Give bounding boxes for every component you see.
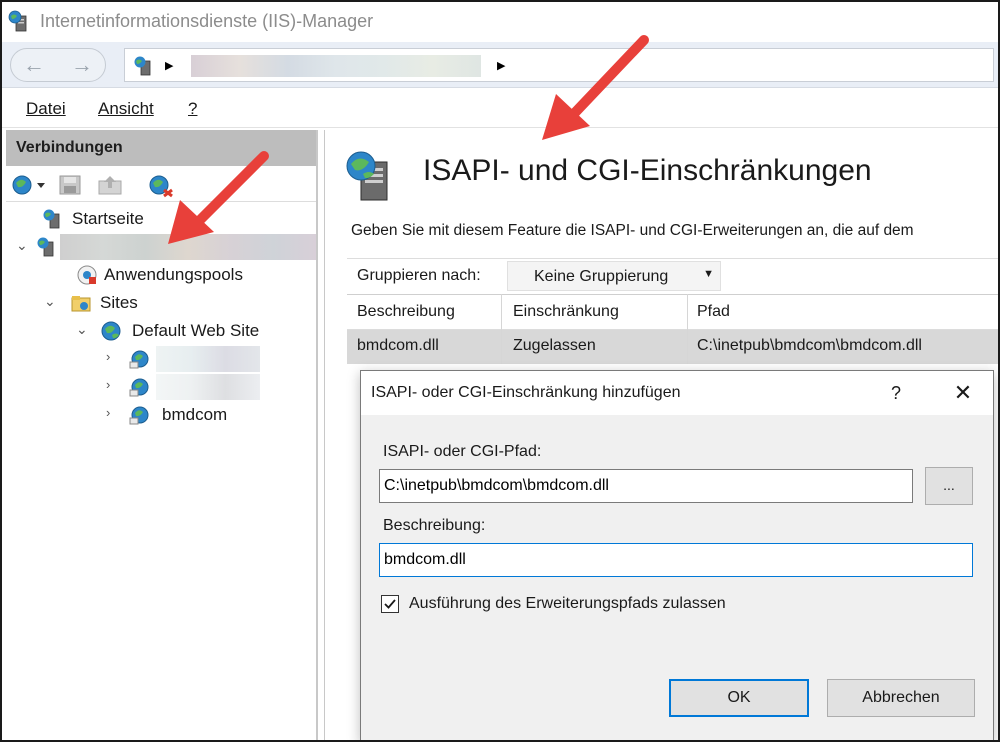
connections-title: Verbindungen xyxy=(16,139,123,156)
tree-item-server[interactable]: ⌄ xyxy=(6,234,316,260)
globe-icon xyxy=(101,321,121,341)
address-field[interactable]: ▶ ▶ xyxy=(124,48,994,82)
redacted-server-node xyxy=(60,234,316,260)
tree-item-default-site[interactable]: ⌄ Default Web Site xyxy=(6,318,316,344)
chevron-right-icon[interactable]: › xyxy=(106,405,110,420)
navigation-buttons: ← → xyxy=(10,48,106,82)
address-bar: ← → ▶ ▶ xyxy=(2,42,998,88)
tree-label-app-pools: Anwendungspools xyxy=(104,265,243,284)
connections-toolbar xyxy=(6,166,316,202)
cell-restriction: Zugelassen xyxy=(513,337,596,354)
cancel-button[interactable]: Abbrechen xyxy=(827,679,975,717)
chevron-down-icon[interactable]: ⌄ xyxy=(76,321,88,338)
column-divider xyxy=(501,294,502,364)
ok-button[interactable]: OK xyxy=(669,679,809,717)
menu-bar: Datei Ansicht ? xyxy=(2,88,998,128)
application-globe-icon xyxy=(129,406,149,425)
column-divider xyxy=(687,294,688,364)
chevron-right-icon[interactable]: › xyxy=(106,349,110,364)
column-header-path[interactable]: Pfad xyxy=(697,303,730,321)
checkmark-icon xyxy=(384,599,396,609)
path-input[interactable] xyxy=(379,469,913,503)
disconnect-globe-icon[interactable] xyxy=(148,174,174,198)
tree-item-app-2[interactable]: › xyxy=(6,374,316,400)
menu-datei[interactable]: Datei xyxy=(26,99,66,119)
title-bar: Internetinformationsdienste (IIS)-Manage… xyxy=(2,2,998,42)
breadcrumb-separator-icon[interactable]: ▶ xyxy=(165,59,173,72)
application-globe-icon xyxy=(129,378,149,397)
connections-panel: Verbindungen Startseite ⌄ Anwendungspool… xyxy=(6,130,318,740)
back-arrow-icon[interactable]: ← xyxy=(23,52,45,78)
group-by-bar: Gruppieren nach: Keine Gruppierung ▼ xyxy=(347,258,998,292)
table-row[interactable]: bmdcom.dll Zugelassen C:\inetpub\bmdcom\… xyxy=(347,330,998,364)
iis-server-icon xyxy=(8,10,27,32)
redacted-app-name xyxy=(156,346,260,372)
tree-label-default-site: Default Web Site xyxy=(132,321,260,340)
start-page-icon xyxy=(43,209,60,229)
group-by-label: Gruppieren nach: xyxy=(357,267,481,284)
allow-extension-label[interactable]: Ausführung des Erweiterungspfads zulasse… xyxy=(409,595,726,613)
help-button[interactable]: ? xyxy=(881,379,911,407)
menu-help[interactable]: ? xyxy=(188,99,197,119)
forward-arrow-icon[interactable]: → xyxy=(71,52,93,78)
allow-extension-checkbox[interactable] xyxy=(381,595,399,613)
menu-ansicht[interactable]: Ansicht xyxy=(98,99,154,119)
group-by-value: Keine Gruppierung xyxy=(534,268,669,285)
breadcrumb-separator-icon[interactable]: ▶ xyxy=(497,59,505,72)
chevron-down-icon[interactable]: ⌄ xyxy=(16,237,28,254)
close-button[interactable]: ✕ xyxy=(946,379,980,407)
tree-item-app-pools[interactable]: Anwendungspools xyxy=(6,262,316,288)
isapi-cgi-feature-icon xyxy=(346,151,388,201)
feature-title: ISAPI- und CGI-Einschränkungen xyxy=(423,154,872,187)
cell-path: C:\inetpub\bmdcom\bmdcom.dll xyxy=(697,337,922,354)
tree-item-start[interactable]: Startseite xyxy=(6,206,316,232)
server-icon xyxy=(37,237,54,257)
save-icon[interactable] xyxy=(58,174,82,196)
up-folder-icon[interactable] xyxy=(96,174,126,196)
redacted-server-name xyxy=(191,55,481,77)
feature-description: Geben Sie mit diesem Feature die ISAPI- … xyxy=(351,222,914,239)
chevron-down-icon[interactable]: ⌄ xyxy=(44,293,56,310)
app-pools-icon xyxy=(77,265,97,285)
description-input[interactable] xyxy=(379,543,973,577)
connect-globe-icon[interactable] xyxy=(12,174,48,196)
description-label: Beschreibung: xyxy=(383,517,486,534)
sites-folder-icon xyxy=(71,296,91,312)
dialog-title: ISAPI- oder CGI-Einschränkung hinzufügen xyxy=(371,384,681,401)
tree-item-app-1[interactable]: › xyxy=(6,346,316,372)
dropdown-arrow-icon: ▼ xyxy=(703,268,714,280)
add-restriction-dialog: ISAPI- oder CGI-Einschränkung hinzufügen… xyxy=(360,370,994,740)
column-header-description[interactable]: Beschreibung xyxy=(357,303,455,321)
tree-item-sites[interactable]: ⌄ Sites xyxy=(6,290,316,316)
tree-item-bmdcom[interactable]: › bmdcom xyxy=(6,402,316,428)
dialog-title-bar: ISAPI- oder CGI-Einschränkung hinzufügen… xyxy=(361,371,993,415)
tree-label-sites: Sites xyxy=(100,293,138,312)
path-label: ISAPI- oder CGI-Pfad: xyxy=(383,443,542,460)
redacted-app-name xyxy=(156,374,260,400)
tree-label-bmdcom: bmdcom xyxy=(162,405,228,424)
window-title: Internetinformationsdienste (IIS)-Manage… xyxy=(40,11,374,31)
table-header: Beschreibung Einschränkung Pfad xyxy=(347,294,998,330)
group-by-select[interactable]: Keine Gruppierung ▼ xyxy=(507,261,721,291)
connections-header: Verbindungen xyxy=(6,130,316,166)
tree-label-start: Startseite xyxy=(72,209,144,228)
server-node-icon xyxy=(134,56,151,76)
column-header-restriction[interactable]: Einschränkung xyxy=(513,303,619,321)
iis-manager-window: Internetinformationsdienste (IIS)-Manage… xyxy=(0,0,1000,742)
chevron-right-icon[interactable]: › xyxy=(106,377,110,392)
cell-description: bmdcom.dll xyxy=(357,337,439,354)
browse-button[interactable]: ... xyxy=(925,467,973,505)
application-globe-icon xyxy=(129,350,149,369)
